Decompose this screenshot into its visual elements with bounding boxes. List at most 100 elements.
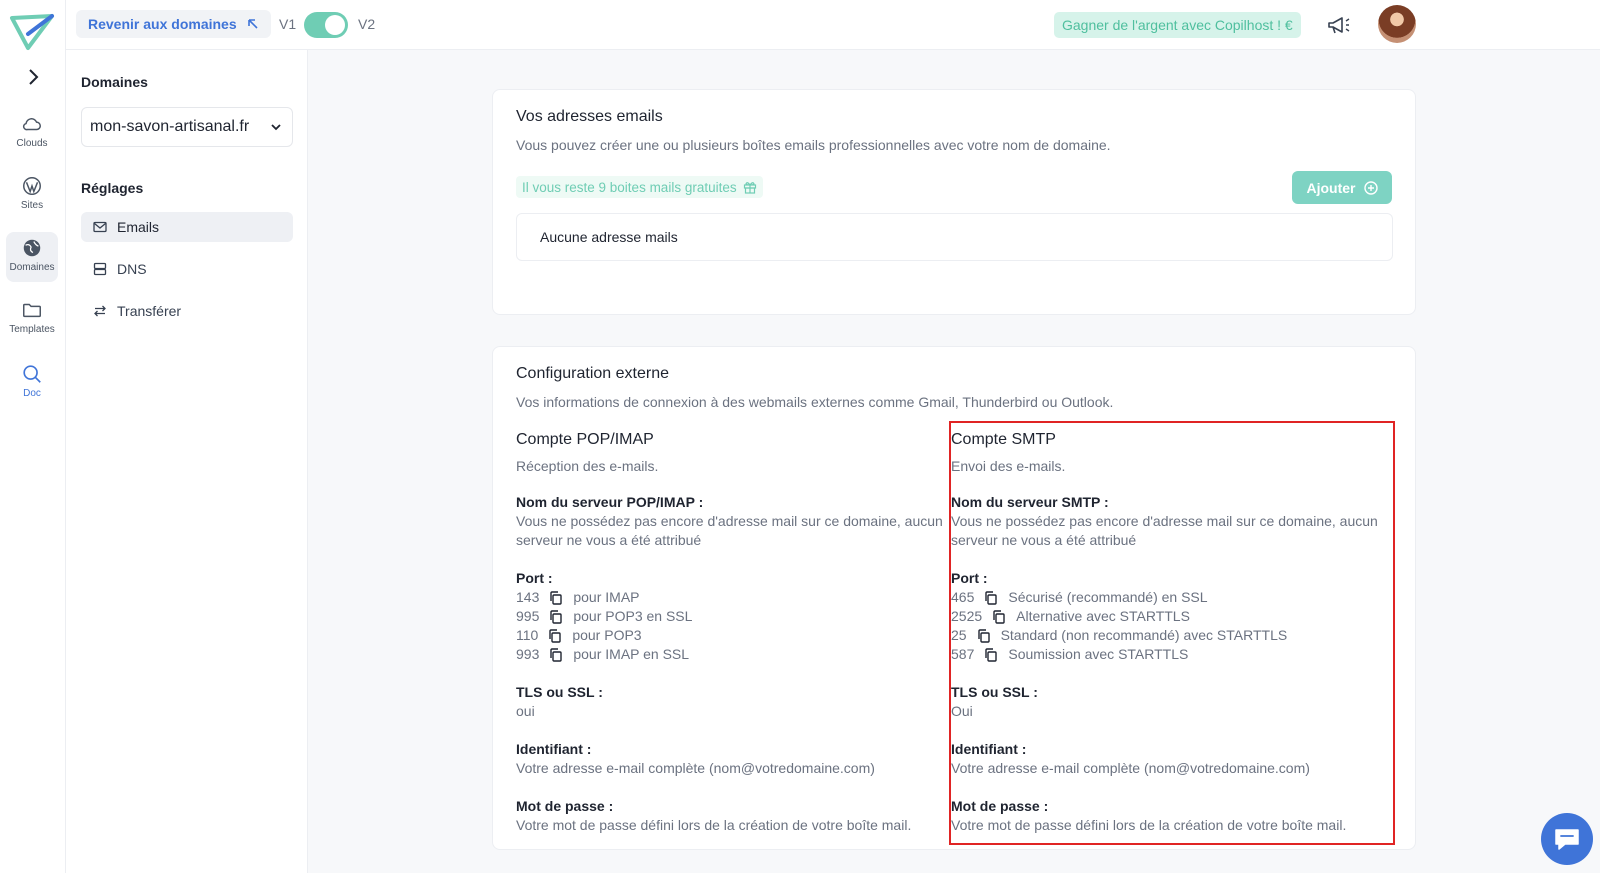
rail-item-doc[interactable]: Doc (6, 358, 58, 408)
copy-icon[interactable] (549, 647, 563, 662)
copy-icon[interactable] (984, 647, 998, 662)
smtp-id-value: Votre adresse e-mail complète (nom@votre… (951, 760, 1310, 776)
sidebar-item-emails[interactable]: Emails (81, 212, 293, 242)
search-icon (23, 365, 41, 383)
domains-heading: Domaines (81, 74, 148, 90)
port-description: Standard (non recommandé) avec STARTTLS (1000, 627, 1288, 643)
rail-item-label: Domaines (9, 262, 55, 273)
empty-email-list: Aucune adresse mails (516, 213, 1393, 261)
smtp-subtitle: Envoi des e-mails. (951, 458, 1066, 474)
toggle-knob (325, 15, 345, 35)
sidebar-item-dns[interactable]: DNS (81, 254, 293, 284)
port-row: 995 pour POP3 en SSL (516, 607, 948, 626)
back-to-domains-button[interactable]: Revenir aux domaines (76, 10, 271, 38)
port-row: 110 pour POP3 (516, 626, 948, 645)
settings-heading: Réglages (81, 180, 144, 196)
megaphone-icon[interactable] (1326, 13, 1352, 37)
copy-icon[interactable] (549, 609, 563, 624)
rail-item-clouds[interactable]: Clouds (6, 108, 58, 158)
rail-item-templates[interactable]: Templates (6, 294, 58, 344)
add-email-button[interactable]: Ajouter (1292, 171, 1392, 204)
port-row: 587 Soumission avec STARTTLS (951, 645, 1381, 664)
port-number: 465 (951, 589, 975, 605)
version-toggle[interactable] (304, 12, 348, 38)
sidebar-item-transfer[interactable]: Transférer (81, 296, 293, 326)
back-to-domains-label: Revenir aux domaines (88, 16, 237, 32)
port-number: 2525 (951, 608, 983, 624)
port-description: Sécurisé (recommandé) en SSL (1008, 589, 1208, 605)
pop-imap-title: Compte POP/IMAP (516, 431, 654, 448)
chevron-right-icon[interactable] (22, 66, 44, 88)
folder-icon (23, 303, 41, 318)
free-mailboxes-badge: Il vous reste 9 boites mails gratuites (516, 176, 763, 198)
port-row: 465 Sécurisé (recommandé) en SSL (951, 588, 1381, 607)
icon-rail: Clouds Sites Domaines Templates Doc (0, 0, 66, 873)
email-addresses-card: Vos adresses emails Vous pouvez créer un… (492, 89, 1416, 315)
globe-icon (23, 239, 41, 257)
rail-item-label: Clouds (16, 138, 48, 149)
version-v1-label: V1 (279, 16, 297, 32)
sidebar-item-label: Transférer (117, 303, 182, 319)
port-description: Alternative avec STARTTLS (1016, 608, 1190, 624)
email-card-title: Vos adresses emails (516, 108, 663, 125)
external-config-card: Configuration externe Vos informations d… (492, 346, 1416, 850)
port-number: 995 (516, 608, 540, 624)
pop-tls-label: TLS ou SSL : (516, 684, 603, 700)
pop-id-value: Votre adresse e-mail complète (nom@votre… (516, 760, 875, 776)
copy-icon[interactable] (549, 590, 563, 605)
port-row: 2525 Alternative avec STARTTLS (951, 607, 1381, 626)
domain-select[interactable]: mon-savon-artisanal.fr (81, 107, 293, 147)
server-icon (93, 262, 107, 276)
port-number: 993 (516, 646, 540, 662)
port-number: 25 (951, 627, 967, 643)
smtp-title: Compte SMTP (951, 431, 1056, 448)
version-v2-label: V2 (358, 16, 376, 32)
copilhost-logo[interactable] (8, 12, 56, 52)
pop-id-label: Identifiant : (516, 741, 592, 757)
free-mailboxes-label: Il vous reste 9 boites mails gratuites (522, 179, 737, 195)
rail-item-label: Templates (9, 324, 55, 335)
earn-money-button[interactable]: Gagner de l'argent avec Copilhost ! € (1054, 12, 1301, 38)
gift-icon (743, 182, 756, 194)
smtp-password-label: Mot de passe : (951, 798, 1049, 814)
sidebar-item-label: DNS (117, 261, 147, 277)
pop-tls-value: oui (516, 703, 535, 719)
chat-support-button[interactable] (1541, 813, 1593, 865)
email-card-subtitle: Vous pouvez créer une ou plusieurs boîte… (516, 137, 1111, 153)
smtp-password-value: Votre mot de passe défini lors de la cré… (951, 817, 1347, 833)
port-number: 110 (516, 627, 539, 643)
copy-icon[interactable] (992, 609, 1006, 624)
chevron-down-icon (271, 124, 281, 131)
pop-password-label: Mot de passe : (516, 798, 614, 814)
config-card-subtitle: Vos informations de connexion à des webm… (516, 394, 1114, 410)
copy-icon[interactable] (984, 590, 998, 605)
arrow-up-left-icon (247, 19, 258, 29)
port-number: 587 (951, 646, 975, 662)
port-description: pour IMAP en SSL (573, 646, 690, 662)
port-description: pour POP3 (572, 627, 642, 643)
copy-icon[interactable] (977, 628, 991, 643)
plus-circle-icon (1363, 180, 1378, 195)
rail-item-domaines[interactable]: Domaines (6, 232, 58, 282)
copy-icon[interactable] (548, 628, 562, 643)
rail-item-sites[interactable]: Sites (6, 170, 58, 220)
port-description: pour IMAP (573, 589, 640, 605)
sidebar-item-label: Emails (117, 219, 160, 235)
chat-bubble-icon (1555, 829, 1579, 850)
user-avatar[interactable] (1378, 5, 1416, 43)
pop-server-value: Vous ne possédez pas encore d'adresse ma… (516, 513, 943, 548)
rail-item-label: Sites (20, 200, 44, 211)
transfer-icon (94, 305, 106, 317)
smtp-tls-value: Oui (951, 703, 973, 719)
smtp-server-value: Vous ne possédez pas encore d'adresse ma… (951, 513, 1378, 548)
rail-item-label: Doc (23, 388, 41, 399)
smtp-tls-label: TLS ou SSL : (951, 684, 1038, 700)
smtp-port-label: Port : (951, 570, 988, 586)
port-row: 993 pour IMAP en SSL (516, 645, 948, 664)
port-description: pour POP3 en SSL (573, 608, 693, 624)
wordpress-icon (23, 177, 41, 195)
add-email-label: Ajouter (1306, 179, 1356, 196)
pop-port-label: Port : (516, 570, 553, 586)
domain-sidebar: Domaines mon-savon-artisanal.fr Réglages… (66, 50, 308, 873)
empty-email-text: Aucune adresse mails (540, 229, 678, 245)
